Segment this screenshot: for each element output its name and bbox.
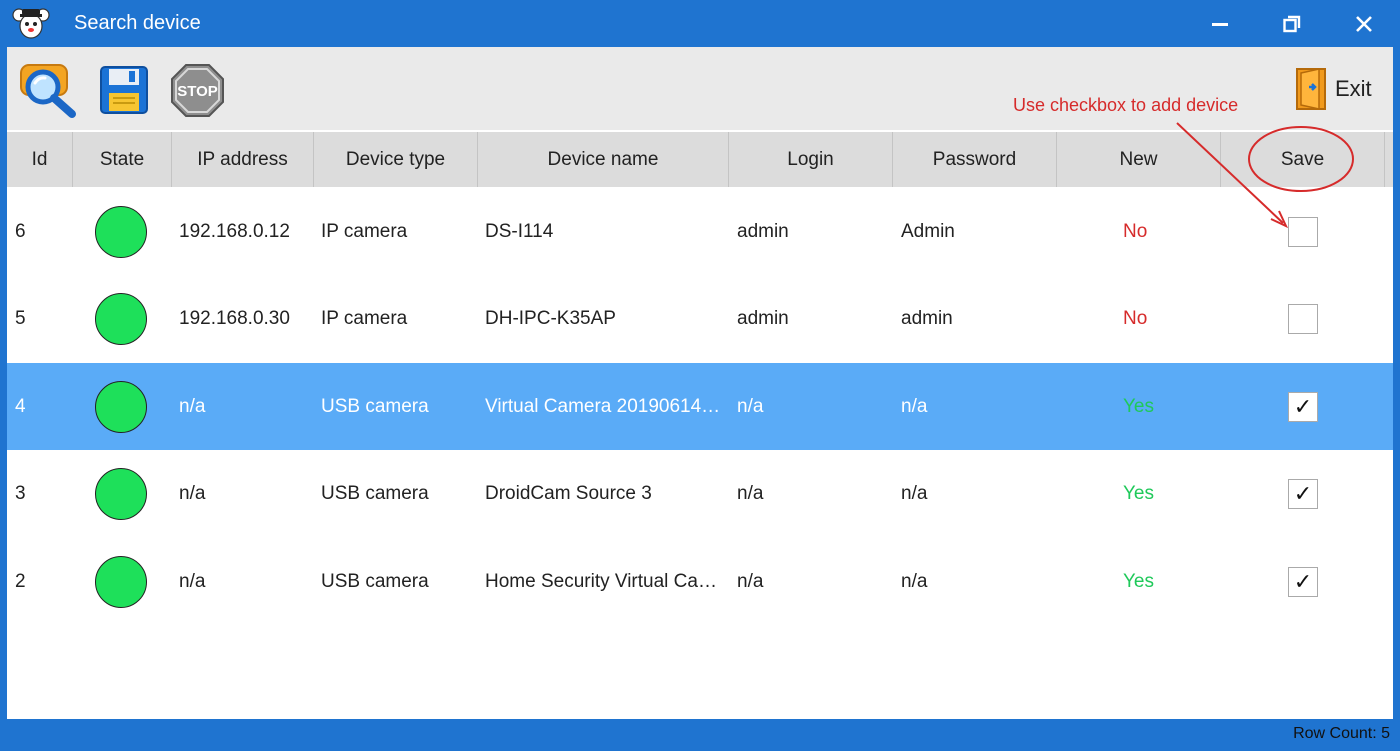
- search-device-window: STOP Exit Use checkbox to add device Id …: [7, 47, 1393, 719]
- row-count: Row Count: 5: [1293, 725, 1390, 742]
- save-cell: ✓: [1288, 363, 1318, 450]
- search-button[interactable]: [17, 61, 79, 119]
- column-header-state[interactable]: State: [73, 132, 172, 187]
- status-bar: Row Count: 5: [0, 719, 1400, 751]
- cell-name: DH-IPC-K35AP: [485, 308, 616, 329]
- table-row[interactable]: 2 n/a USB camera Home Security Virtual Ca… n…: [7, 538, 1393, 625]
- cell-new: Yes: [1123, 395, 1154, 417]
- table-row[interactable]: 6 192.168.0.12 IP camera DS-I114 admin Admin N…: [7, 188, 1393, 275]
- exit-label: Exit: [1335, 76, 1372, 101]
- cell-id: 2: [15, 570, 26, 592]
- svg-text:STOP: STOP: [177, 83, 218, 100]
- exit-button[interactable]: Exit: [1295, 67, 1372, 111]
- online-status-dot: [95, 205, 147, 258]
- cell-type: USB camera: [321, 570, 429, 592]
- online-status-dot: [95, 293, 147, 345]
- table-row[interactable]: 5 192.168.0.30 IP camera DH-IPC-K35AP admin a…: [7, 276, 1393, 363]
- state-indicator-cell: [95, 363, 147, 450]
- cell-password: Admin: [901, 220, 955, 242]
- window-title: Search device: [74, 12, 201, 34]
- table-row[interactable]: 3 n/a USB camera DroidCam Source 3 n/a n/a Yes…: [7, 451, 1393, 538]
- state-indicator-cell: [95, 276, 147, 363]
- column-header-device-name[interactable]: Device name: [478, 132, 729, 187]
- cell-new: No: [1123, 308, 1148, 329]
- online-status-dot: [95, 380, 147, 433]
- minimize-icon: [1212, 22, 1228, 26]
- cell-name: DroidCam Source 3: [485, 483, 652, 504]
- cell-new: Yes: [1123, 570, 1154, 592]
- column-header-device-type[interactable]: Device type: [314, 132, 478, 187]
- restore-icon: [1283, 15, 1301, 32]
- cell-login: n/a: [737, 570, 764, 592]
- cell-id: 6: [15, 220, 26, 242]
- cell-ip: 192.168.0.30: [179, 308, 290, 329]
- cell-password: n/a: [901, 483, 928, 504]
- column-header-new[interactable]: New: [1057, 132, 1221, 187]
- cell-id: 5: [15, 308, 26, 329]
- save-cell: ✓: [1288, 451, 1318, 538]
- cell-id: 4: [15, 395, 26, 417]
- online-status-dot: [95, 555, 147, 608]
- mascot-icon: [12, 5, 50, 43]
- cell-password: admin: [901, 308, 953, 329]
- column-header-id[interactable]: Id: [7, 132, 73, 187]
- table-row[interactable]: 4 n/a USB camera Virtual Camera 20190614… n/…: [7, 363, 1393, 450]
- table-header: Id State IP address Device type Device n…: [7, 132, 1393, 187]
- save-button[interactable]: [99, 65, 149, 115]
- close-button[interactable]: [1330, 0, 1398, 47]
- cell-type: USB camera: [321, 483, 429, 504]
- cell-ip: n/a: [179, 483, 206, 504]
- minimize-button[interactable]: [1186, 0, 1254, 47]
- save-cell: [1288, 188, 1318, 275]
- save-checkbox[interactable]: [1288, 304, 1318, 334]
- column-header-save[interactable]: Save: [1221, 132, 1385, 187]
- online-status-dot: [95, 468, 147, 520]
- cell-type: IP camera: [321, 220, 408, 242]
- cell-ip: 192.168.0.12: [179, 220, 290, 242]
- cell-name: Virtual Camera 20190614…: [485, 395, 721, 417]
- cell-new: Yes: [1123, 483, 1154, 504]
- save-cell: ✓: [1288, 538, 1318, 625]
- cell-login: admin: [737, 308, 789, 329]
- state-indicator-cell: [95, 451, 147, 538]
- close-icon: [1356, 15, 1372, 32]
- door-exit-icon: [1296, 68, 1326, 110]
- checkmark-icon: ✓: [1293, 393, 1313, 419]
- restore-button[interactable]: [1258, 0, 1326, 47]
- cell-ip: n/a: [179, 570, 206, 592]
- cell-password: n/a: [901, 570, 928, 592]
- checkmark-icon: ✓: [1293, 568, 1313, 594]
- cell-login: admin: [737, 220, 789, 242]
- cell-type: IP camera: [321, 308, 408, 329]
- checkmark-icon: ✓: [1293, 481, 1313, 506]
- state-indicator-cell: [95, 538, 147, 625]
- title-bar: Search device: [0, 0, 1400, 47]
- save-cell: [1288, 276, 1318, 363]
- cell-login: n/a: [737, 395, 764, 417]
- column-header-password[interactable]: Password: [893, 132, 1057, 187]
- cell-type: USB camera: [321, 395, 429, 417]
- column-header-login[interactable]: Login: [729, 132, 893, 187]
- floppy-disk-icon: [100, 66, 148, 114]
- column-header-ip-address[interactable]: IP address: [172, 132, 314, 187]
- cell-ip: n/a: [179, 395, 206, 417]
- cell-password: n/a: [901, 395, 928, 417]
- save-checkbox[interactable]: ✓: [1288, 566, 1318, 597]
- cell-name: DS-I114: [485, 220, 554, 242]
- save-checkbox[interactable]: ✓: [1288, 479, 1318, 509]
- cell-new: No: [1123, 220, 1148, 242]
- cell-id: 3: [15, 483, 26, 504]
- save-checkbox[interactable]: [1288, 216, 1318, 247]
- stop-button[interactable]: STOP: [170, 63, 225, 118]
- toolbar: STOP Exit: [7, 47, 1393, 130]
- save-checkbox[interactable]: ✓: [1288, 391, 1318, 422]
- stop-sign-icon: STOP: [171, 64, 224, 117]
- annotation-note: Use checkbox to add device: [1013, 95, 1239, 115]
- cell-login: n/a: [737, 483, 764, 504]
- state-indicator-cell: [95, 188, 147, 275]
- search-magnifier-icon: [20, 64, 76, 118]
- cell-name: Home Security Virtual Ca…: [485, 570, 717, 592]
